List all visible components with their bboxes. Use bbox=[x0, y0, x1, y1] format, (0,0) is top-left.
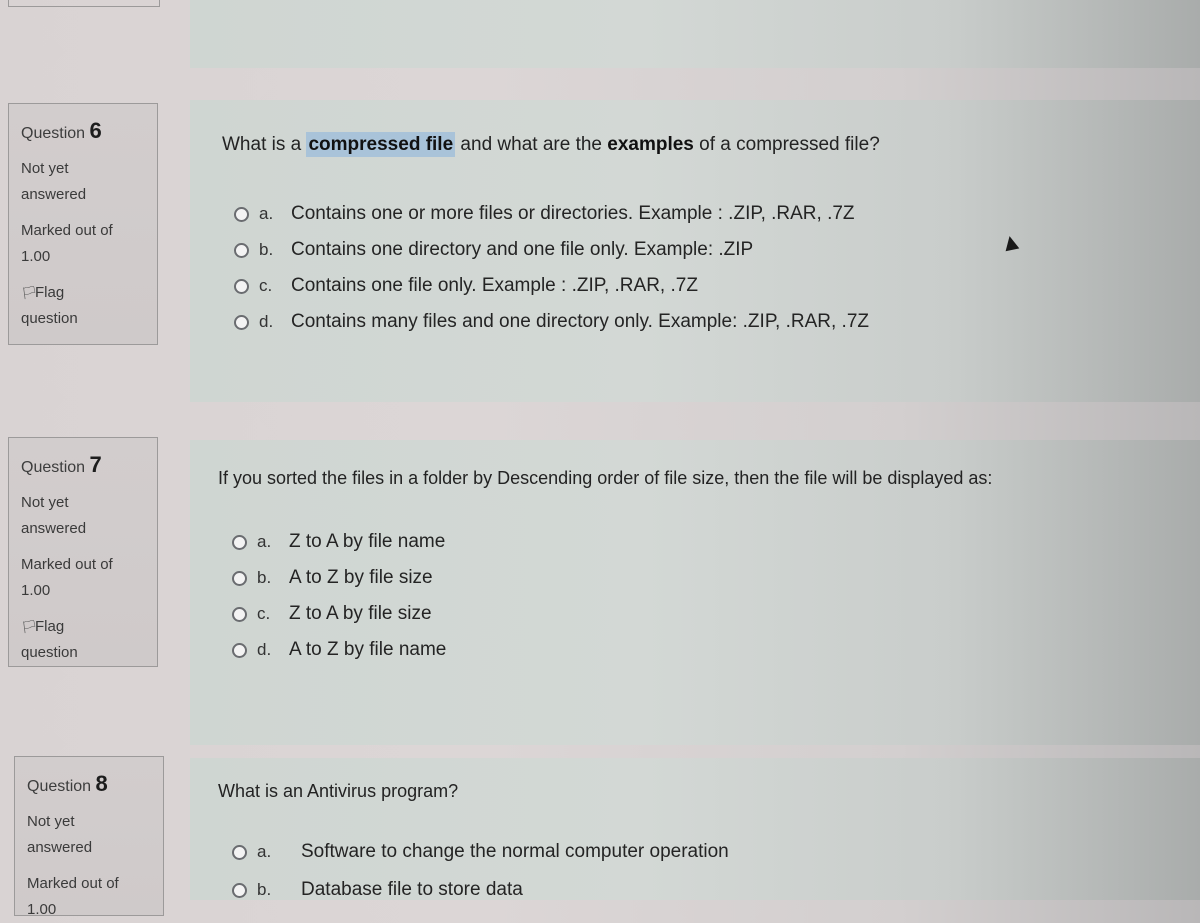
question-number-label: Question 7 bbox=[21, 452, 102, 477]
radio-unchecked-icon[interactable] bbox=[232, 844, 247, 860]
question-6-answers: a. Contains one or more files or director… bbox=[234, 196, 869, 340]
question-8-text: What is an Antivirus program? bbox=[218, 781, 459, 801]
question-8-answers: a. Software to change the normal computer… bbox=[232, 832, 729, 908]
answer-option-a[interactable]: a. Z to A by file name bbox=[232, 524, 446, 560]
question-7-info: Question 7 Not yet answered Marked out o… bbox=[8, 437, 158, 667]
answer-option-d[interactable]: d. Contains many files and one directory … bbox=[234, 304, 869, 340]
answer-option-c[interactable]: c. Z to A by file size bbox=[232, 596, 446, 632]
question-status: Not yet answered bbox=[27, 813, 93, 856]
question-mark: Marked out of 1.00 bbox=[21, 222, 113, 265]
question-status: Not yet answered bbox=[21, 160, 87, 203]
radio-unchecked-icon[interactable] bbox=[234, 242, 249, 258]
question-6-info: Question 6 Not yet answered Marked out o… bbox=[8, 103, 158, 345]
previous-question-content bbox=[190, 0, 1200, 68]
flag-icon: 🏳︎ bbox=[21, 285, 38, 300]
question-7-answers: a. Z to A by file name b. A to Z by file s… bbox=[232, 524, 446, 668]
highlighted-text: compressed file bbox=[306, 132, 456, 157]
question-6-text: What is a compressed file and what are t… bbox=[222, 132, 880, 157]
flag-icon: 🏳︎ bbox=[21, 619, 38, 634]
question-number-label: Question 6 bbox=[21, 118, 102, 143]
answer-option-b[interactable]: b. Database file to store data bbox=[232, 872, 729, 908]
question-mark: Marked out of 1.00 bbox=[27, 875, 119, 918]
flag-question-link[interactable]: 🏳︎Flag question bbox=[21, 280, 157, 332]
question-8-info: Question 8 Not yet answered Marked out o… bbox=[14, 756, 164, 918]
radio-unchecked-icon[interactable] bbox=[232, 570, 247, 586]
radio-unchecked-icon[interactable] bbox=[234, 314, 249, 330]
answer-option-a[interactable]: a. Contains one or more files or director… bbox=[234, 196, 869, 232]
radio-unchecked-icon[interactable] bbox=[232, 606, 247, 622]
previous-question-info-box bbox=[8, 0, 160, 7]
flag-question-link[interactable]: 🏳︎Flag question bbox=[21, 614, 157, 666]
answer-option-d[interactable]: d. A to Z by file name bbox=[232, 632, 446, 668]
radio-unchecked-icon[interactable] bbox=[234, 206, 249, 222]
radio-unchecked-icon[interactable] bbox=[232, 882, 247, 898]
mouse-pointer-icon bbox=[1002, 234, 1020, 252]
question-7-text: If you sorted the files in a folder by D… bbox=[218, 468, 993, 488]
answer-option-c[interactable]: c. Contains one file only. Example : .ZIP… bbox=[234, 268, 869, 304]
answer-option-a[interactable]: a. Software to change the normal computer… bbox=[232, 832, 729, 872]
answer-option-b[interactable]: b. A to Z by file size bbox=[232, 560, 446, 596]
answer-option-b[interactable]: b. Contains one directory and one file on… bbox=[234, 232, 869, 268]
radio-unchecked-icon[interactable] bbox=[234, 278, 249, 294]
radio-unchecked-icon[interactable] bbox=[232, 642, 247, 658]
question-status: Not yet answered bbox=[21, 494, 87, 537]
question-mark: Marked out of 1.00 bbox=[21, 556, 113, 599]
question-number-label: Question 8 bbox=[27, 771, 108, 796]
radio-unchecked-icon[interactable] bbox=[232, 534, 247, 550]
